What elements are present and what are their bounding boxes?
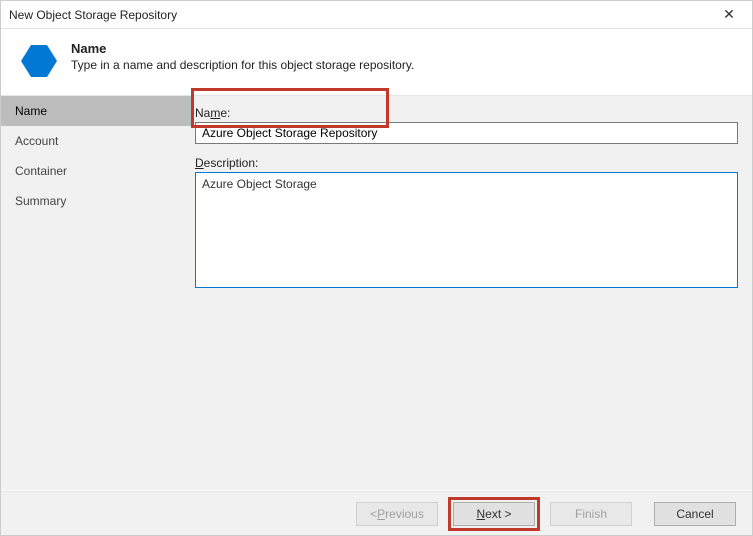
main-panel: Name: Description: xyxy=(191,96,752,490)
cancel-button[interactable]: Cancel xyxy=(654,502,736,526)
next-button[interactable]: Next > xyxy=(453,502,535,526)
description-label: Description: xyxy=(195,156,738,170)
wizard-sidebar: Name Account Container Summary xyxy=(1,96,191,490)
sidebar-item-container[interactable]: Container xyxy=(1,156,191,186)
name-input[interactable] xyxy=(195,122,738,144)
sidebar-item-summary[interactable]: Summary xyxy=(1,186,191,216)
wizard-body: Name Account Container Summary Name: Des… xyxy=(1,95,752,490)
sidebar-item-label: Container xyxy=(15,164,67,178)
close-icon[interactable]: ✕ xyxy=(714,6,744,23)
page-title: Name xyxy=(71,41,414,56)
highlight-box-next: Next > xyxy=(448,497,540,531)
hexagon-icon xyxy=(19,41,59,81)
sidebar-item-account[interactable]: Account xyxy=(1,126,191,156)
name-label: Name: xyxy=(195,106,738,120)
sidebar-item-name[interactable]: Name xyxy=(1,96,191,126)
sidebar-item-label: Account xyxy=(15,134,58,148)
sidebar-item-label: Name xyxy=(15,104,47,118)
sidebar-item-label: Summary xyxy=(15,194,66,208)
titlebar: New Object Storage Repository ✕ xyxy=(1,1,752,29)
wizard-header: Name Type in a name and description for … xyxy=(1,29,752,95)
previous-button: < Previous xyxy=(356,502,438,526)
wizard-footer: < Previous Next > Finish Cancel xyxy=(1,491,752,535)
description-input[interactable] xyxy=(195,172,738,288)
header-text: Name Type in a name and description for … xyxy=(71,39,414,81)
name-field-group: Name: xyxy=(195,106,738,144)
page-subtitle: Type in a name and description for this … xyxy=(71,58,414,72)
description-field-group: Description: xyxy=(195,156,738,291)
window-title: New Object Storage Repository xyxy=(9,8,714,22)
finish-button: Finish xyxy=(550,502,632,526)
